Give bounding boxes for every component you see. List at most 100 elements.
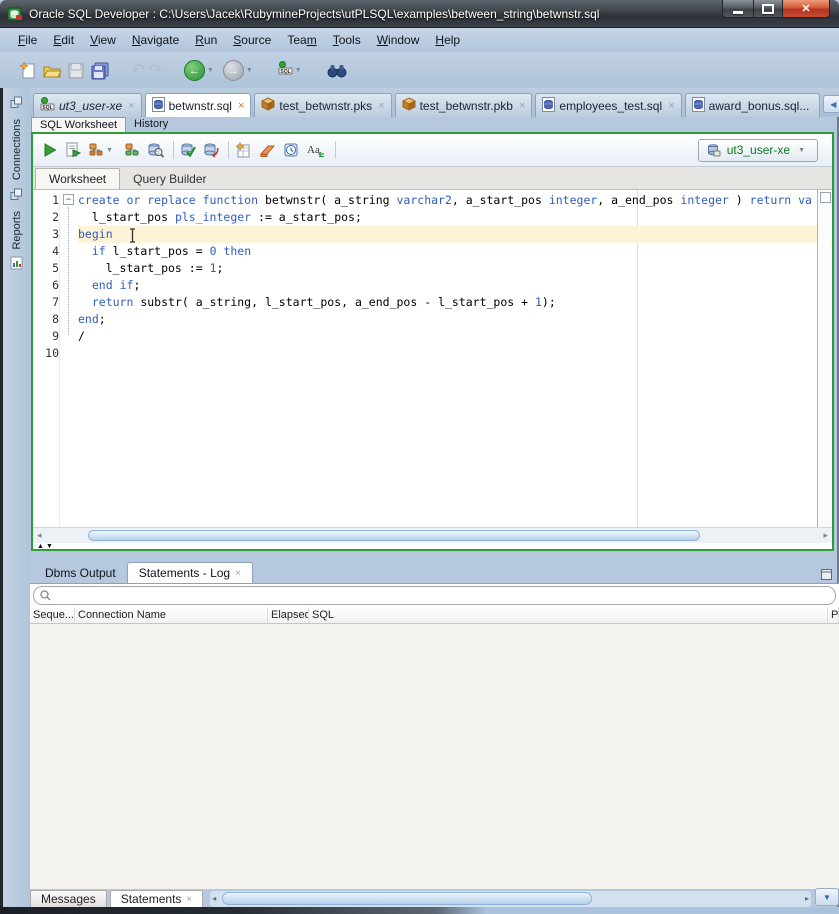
connections-dropdown-icon[interactable]: ▼ <box>295 67 302 74</box>
unshared-worksheet-button[interactable] <box>235 139 252 161</box>
open-file-button[interactable] <box>42 58 62 84</box>
rollback-button[interactable] <box>203 139 219 161</box>
commit-button[interactable] <box>180 139 196 161</box>
column-header-pa[interactable]: Pa <box>828 607 839 623</box>
connections-button[interactable]: SQL ▼ <box>278 58 306 84</box>
scroll-right-icon[interactable]: ▸ <box>805 894 809 903</box>
editor-overview-ruler[interactable] <box>817 190 832 527</box>
menu-item-navigate[interactable]: Navigate <box>124 30 187 50</box>
document-tab-ut3-user-xe[interactable]: SQLut3_user-xe× <box>33 93 142 117</box>
column-header-connection-name[interactable]: Connection Name <box>75 607 268 623</box>
bottom-tab-messages[interactable]: Messages <box>30 890 107 907</box>
run-statement-button[interactable] <box>42 139 58 161</box>
menu-item-tools[interactable]: Tools <box>325 30 369 50</box>
history-button[interactable] <box>283 139 299 161</box>
titlebar[interactable]: Oracle SQL Developer : C:\Users\Jacek\Ru… <box>0 0 839 28</box>
menubar: FileEditViewNavigateRunSourceTeamToolsWi… <box>0 28 839 52</box>
menu-item-edit[interactable]: Edit <box>45 30 82 50</box>
code-line-8[interactable]: end; <box>78 311 818 328</box>
forward-dropdown-icon[interactable]: ▼ <box>246 67 253 74</box>
menu-item-source[interactable]: Source <box>225 30 279 50</box>
search-input[interactable] <box>55 589 829 603</box>
code-line-2[interactable]: l_start_pos pls_integer := a_start_pos; <box>78 209 818 226</box>
splitter-down-icon[interactable]: ▼ <box>46 543 55 550</box>
tab-close-icon[interactable]: × <box>186 894 192 905</box>
splitter-handle[interactable]: ▲▼ <box>37 543 55 550</box>
save-all-button[interactable] <box>90 58 110 84</box>
tab-sql-worksheet[interactable]: SQL Worksheet <box>31 117 126 132</box>
document-tab-employees-test-sql[interactable]: employees_test.sql× <box>535 93 681 117</box>
column-header-seque[interactable]: Seque... <box>30 607 75 623</box>
column-header-sql[interactable]: SQL <box>309 607 828 623</box>
splitter-up-icon[interactable]: ▲ <box>37 543 46 550</box>
document-tab-test-betwnstr-pkb[interactable]: test_betwnstr.pkb× <box>395 93 533 117</box>
sidebar-tab-reports[interactable]: Reports <box>3 180 30 275</box>
code-line-10[interactable] <box>78 345 818 362</box>
connection-selector[interactable]: ut3_user-xe ▼ <box>698 139 818 162</box>
editor-horizontal-scrollbar[interactable]: ◂ ▸ <box>33 527 832 543</box>
menu-item-help[interactable]: Help <box>427 30 468 50</box>
run-script-button[interactable] <box>65 139 81 161</box>
subtab-query-builder[interactable]: Query Builder <box>120 169 219 189</box>
tab-history[interactable]: History <box>126 117 176 132</box>
autotrace-dropdown-icon[interactable]: ▼ <box>106 147 113 154</box>
sidebar-tab-connections[interactable]: Connections <box>3 88 30 180</box>
undo-button[interactable]: ↶ <box>131 58 144 84</box>
back-button[interactable]: ← ▼ <box>184 58 218 84</box>
bottom-horizontal-scrollbar[interactable]: ◂ ▸ <box>210 891 811 907</box>
code-line-9[interactable]: / <box>78 328 818 345</box>
tab-close-icon[interactable]: × <box>378 100 384 112</box>
find-button[interactable] <box>327 58 347 84</box>
autotrace-button[interactable]: ▼ <box>88 139 117 161</box>
new-file-button[interactable] <box>19 58 37 84</box>
menu-item-file[interactable]: File <box>10 30 45 50</box>
document-tab-test-betwnstr-pks[interactable]: test_betwnstr.pks× <box>254 93 391 117</box>
menu-item-team[interactable]: Team <box>279 30 324 50</box>
scroll-left-icon[interactable]: ◂ <box>212 894 216 903</box>
minimize-button[interactable] <box>722 0 754 18</box>
code-line-1[interactable]: create or replace function betwnstr( a_s… <box>78 192 818 209</box>
log-search-field[interactable] <box>33 586 836 605</box>
tab-close-icon[interactable]: × <box>128 100 134 112</box>
tab-close-icon[interactable]: × <box>238 100 244 112</box>
scroll-right-icon[interactable]: ▸ <box>823 530 828 541</box>
tabs-scroll-left-button[interactable]: ◀ <box>823 95 839 113</box>
menu-item-run[interactable]: Run <box>187 30 225 50</box>
change-case-button[interactable]: Aa <box>306 139 326 161</box>
back-dropdown-icon[interactable]: ▼ <box>207 67 214 74</box>
document-tab-award-bonus-sql[interactable]: award_bonus.sql... <box>685 93 821 117</box>
subtab-worksheet[interactable]: Worksheet <box>35 168 120 189</box>
code-line-5[interactable]: l_start_pos := 1; <box>78 260 818 277</box>
code-line-7[interactable]: return substr( a_string, l_start_pos, a_… <box>78 294 818 311</box>
close-button[interactable]: ✕ <box>782 0 830 18</box>
editor-scrollbar-thumb[interactable] <box>88 530 700 541</box>
tab-close-icon[interactable]: × <box>235 568 241 579</box>
connection-dropdown-icon[interactable]: ▼ <box>798 147 805 154</box>
forward-button[interactable]: → ▼ <box>223 58 257 84</box>
menu-item-window[interactable]: Window <box>369 30 428 50</box>
maximize-button[interactable] <box>754 0 782 18</box>
save-button[interactable] <box>67 58 85 84</box>
menu-item-view[interactable]: View <box>82 30 124 50</box>
fold-collapse-icon[interactable]: − <box>63 194 74 205</box>
column-header-elapsed[interactable]: Elapsed <box>268 607 309 623</box>
code-line-6[interactable]: end if; <box>78 277 818 294</box>
panel-list-button[interactable]: ▼ <box>815 888 839 906</box>
bottom-scrollbar-thumb[interactable] <box>222 892 592 905</box>
tab-close-icon[interactable]: × <box>668 100 674 112</box>
code-line-3[interactable]: begin <box>78 226 818 243</box>
scroll-left-icon[interactable]: ◂ <box>37 530 42 541</box>
code-text-area[interactable]: create or replace function betwnstr( a_s… <box>78 192 818 362</box>
redo-button[interactable]: ↷ <box>149 58 162 84</box>
log-tab-statements-log[interactable]: Statements - Log× <box>127 562 253 583</box>
tab-close-icon[interactable]: × <box>519 100 525 112</box>
explain-plan-button[interactable] <box>124 139 140 161</box>
clear-button[interactable] <box>259 139 276 161</box>
sql-tuning-button[interactable] <box>147 139 164 161</box>
log-table-body[interactable] <box>30 624 839 889</box>
log-tab-dbms-output[interactable]: Dbms Output <box>34 563 127 583</box>
code-editor[interactable]: 12345678910 − create or replace function… <box>33 190 832 527</box>
code-line-4[interactable]: if l_start_pos = 0 then <box>78 243 818 260</box>
bottom-tab-statements[interactable]: Statements× <box>110 890 204 907</box>
document-tab-betwnstr-sql[interactable]: betwnstr.sql× <box>145 93 252 117</box>
